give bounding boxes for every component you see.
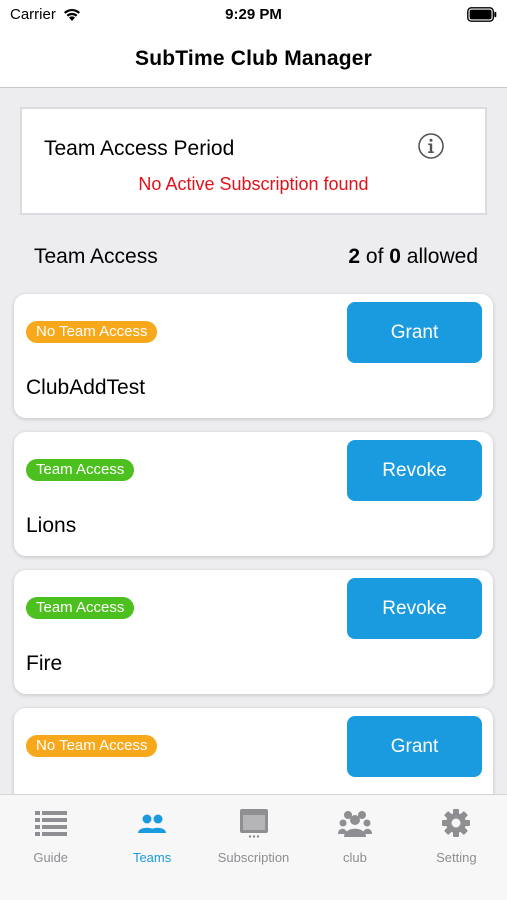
allowed-text: allowed (406, 245, 478, 268)
team-name: Lions (26, 514, 77, 537)
tab-teams[interactable]: Teams (101, 795, 202, 900)
team-access-badge: No Team Access (26, 321, 158, 343)
revoke-button[interactable]: Revoke (347, 578, 482, 639)
status-bar: Carrier 9:29 PM (0, 0, 507, 30)
team-access-summary: Team Access 2 of 0 allowed (34, 245, 478, 269)
tab-club[interactable]: club (304, 795, 405, 900)
status-time: 9:29 PM (225, 6, 282, 23)
info-icon[interactable] (417, 132, 445, 160)
used-count: 2 (348, 245, 361, 268)
team-card: Team Access Revoke Lions (14, 432, 493, 556)
tab-setting[interactable]: Setting (406, 795, 507, 900)
subscription-icon (239, 809, 268, 838)
main-content[interactable]: Team Access Period No Active Subscriptio… (0, 88, 507, 794)
total-count: 0 (389, 245, 401, 268)
tab-label: club (342, 850, 367, 865)
list-icon (34, 811, 67, 836)
no-subscription-message: No Active Subscription found (138, 174, 369, 194)
team-access-label: Team Access (34, 245, 158, 268)
tab-subscription[interactable]: Subscription (203, 795, 304, 900)
team-name: Fire (26, 652, 63, 675)
page-title: SubTime Club Manager (135, 46, 372, 70)
team-access-badge: No Team Access (26, 735, 158, 757)
people-icon (138, 814, 167, 833)
team-card: No Team Access Grant (14, 708, 493, 794)
tab-label: Guide (33, 850, 69, 865)
of-text: of (365, 245, 384, 268)
team-access-period-card: Team Access Period No Active Subscriptio… (20, 107, 487, 215)
team-card: No Team Access Grant ClubAddTest (14, 294, 493, 418)
revoke-button[interactable]: Revoke (347, 440, 482, 501)
battery-icon (467, 7, 497, 22)
group-icon (337, 811, 372, 837)
tab-guide[interactable]: Guide (0, 795, 101, 900)
period-title: Team Access Period (44, 137, 235, 160)
team-name: ClubAddTest (26, 376, 146, 399)
team-access-count: 2 of 0 allowed (348, 245, 478, 269)
team-access-badge: Team Access (26, 459, 135, 481)
tab-label: Teams (132, 850, 172, 865)
tab-label: Subscription (217, 850, 290, 865)
navigation-bar: SubTime Club Manager (0, 30, 507, 88)
grant-button[interactable]: Grant (347, 716, 482, 777)
grant-button[interactable]: Grant (347, 302, 482, 363)
tab-label: Setting (436, 850, 477, 865)
team-access-badge: Team Access (26, 597, 135, 619)
tab-bar: Guide Teams Subscription club Setting (0, 794, 507, 900)
gear-icon (442, 809, 471, 837)
team-card: Team Access Revoke Fire (14, 570, 493, 694)
